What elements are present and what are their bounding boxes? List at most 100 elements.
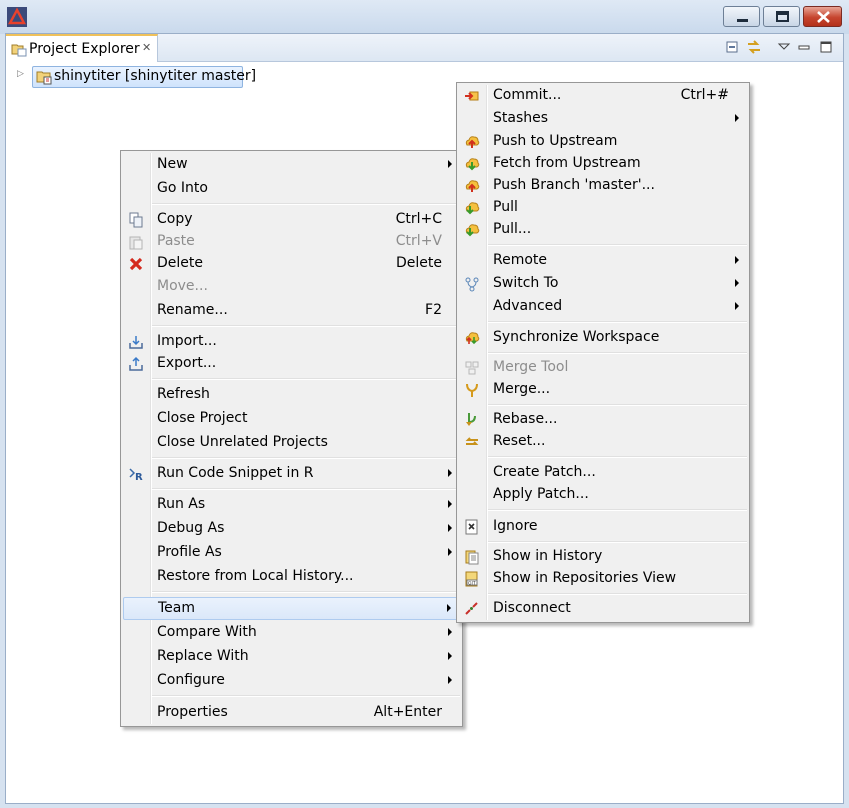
paste-icon [129, 236, 143, 250]
menu-separator [488, 593, 747, 595]
menu-item-pull-dialog[interactable]: Pull... [459, 219, 747, 242]
menu-separator [152, 457, 460, 459]
submenu-arrow-icon [448, 469, 452, 477]
push-icon [465, 136, 480, 148]
menu-separator [488, 244, 747, 246]
minimize-view-icon[interactable] [796, 39, 812, 55]
submenu-arrow-icon [448, 676, 452, 684]
menu-item-copy[interactable]: Copy Ctrl+C [123, 209, 460, 232]
pull-icon [465, 202, 480, 215]
menu-separator [488, 404, 747, 406]
copy-icon [129, 212, 143, 228]
menu-separator [488, 352, 747, 354]
submenu-arrow-icon [448, 524, 452, 532]
menu-item-profile-as[interactable]: Profile As [123, 542, 460, 565]
menu-item-show-in-history[interactable]: Show in History [459, 546, 747, 569]
menu-item-team[interactable]: Team [123, 597, 460, 620]
menu-item-stashes[interactable]: Stashes [459, 108, 747, 131]
menu-item-push-to-upstream[interactable]: Push to Upstream [459, 131, 747, 154]
menu-item-ignore[interactable]: Ignore [459, 516, 747, 539]
svg-text:R: R [135, 472, 143, 482]
menu-item-switch-to[interactable]: Switch To [459, 273, 747, 296]
view-menu-icon[interactable] [776, 39, 792, 55]
menu-separator [152, 488, 460, 490]
menu-item-close-project[interactable]: Close Project [123, 408, 460, 431]
menu-item-show-in-repositories[interactable]: GIT Show in Repositories View [459, 568, 747, 591]
menu-separator [488, 456, 747, 458]
submenu-arrow-icon [735, 279, 739, 287]
submenu-arrow-icon [735, 302, 739, 310]
team-submenu: Commit... Ctrl+# Stashes Push to Upstrea… [456, 82, 750, 623]
menu-item-push-branch[interactable]: Push Branch 'master'... [459, 175, 747, 198]
project-explorer-icon [11, 44, 27, 57]
menu-item-pull[interactable]: Pull [459, 197, 747, 220]
maximize-button[interactable] [763, 6, 800, 27]
menu-item-apply-patch[interactable]: Apply Patch... [459, 484, 747, 507]
menu-item-rename[interactable]: Rename... F2 [123, 300, 460, 323]
import-icon [129, 336, 143, 349]
menu-item-rebase[interactable]: Rebase... [459, 409, 747, 432]
submenu-arrow-icon [735, 114, 739, 122]
menu-item-reset[interactable]: Reset... [459, 431, 747, 454]
menu-item-import[interactable]: Import... [123, 331, 460, 354]
menu-item-move: Move... [157, 278, 208, 294]
menu-item-commit[interactable]: Commit... Ctrl+# [459, 85, 747, 108]
menu-item-debug-as[interactable]: Debug As [123, 518, 460, 541]
menu-item-go-into[interactable]: Go Into [123, 178, 460, 201]
merge-tool-icon [465, 361, 479, 375]
menu-item-run-code-snippet[interactable]: R Run Code Snippet in R [123, 463, 460, 486]
merge-icon [466, 383, 478, 397]
menu-item-create-patch[interactable]: Create Patch... [459, 462, 747, 485]
maximize-icon [776, 11, 789, 22]
menu-item-advanced[interactable]: Advanced [459, 296, 747, 319]
view-tab-bar: Project Explorer ✕ [6, 34, 843, 62]
menu-item-delete[interactable]: Delete Delete [123, 253, 460, 276]
pull-icon [465, 224, 480, 237]
tab-label: Project Explorer [29, 41, 140, 57]
menu-item-run-as[interactable]: Run As [123, 494, 460, 517]
commit-icon [465, 91, 479, 101]
expand-icon[interactable]: ▷ [17, 69, 24, 79]
menu-item-properties[interactable]: Properties Alt+Enter [123, 702, 460, 725]
menu-item-restore-local-history[interactable]: Restore from Local History... [123, 566, 460, 589]
title-bar [0, 0, 849, 34]
menu-item-merge[interactable]: Merge... [459, 379, 747, 402]
menu-item-fetch-from-upstream[interactable]: Fetch from Upstream [459, 153, 747, 176]
minimize-icon [737, 19, 748, 22]
menu-item-compare-with[interactable]: Compare With [123, 622, 460, 645]
menu-item-disconnect[interactable]: Disconnect [459, 598, 747, 621]
tab-project-explorer[interactable]: Project Explorer ✕ [6, 34, 158, 62]
menu-separator [152, 378, 460, 380]
submenu-arrow-icon [448, 500, 452, 508]
push-branch-icon [465, 180, 480, 192]
submenu-arrow-icon [448, 548, 452, 556]
app-logo-icon [7, 7, 27, 27]
menu-item-configure[interactable]: Configure [123, 670, 460, 693]
submenu-arrow-icon [448, 628, 452, 636]
menu-item-close-unrelated-projects[interactable]: Close Unrelated Projects [123, 432, 460, 455]
link-with-editor-icon[interactable] [746, 39, 762, 55]
collapse-all-icon[interactable] [724, 39, 740, 55]
delete-icon [129, 257, 143, 271]
close-button[interactable] [803, 6, 842, 27]
menu-item-synchronize-workspace[interactable]: Synchronize Workspace [459, 327, 747, 350]
menu-item-remote[interactable]: Remote [459, 250, 747, 273]
menu-item-paste: Paste Ctrl+V [123, 231, 460, 254]
minimize-button[interactable] [723, 6, 760, 27]
r-snippet-icon: R [129, 468, 143, 482]
reset-icon [465, 437, 479, 445]
ignore-icon [465, 519, 478, 535]
menu-separator [152, 695, 460, 697]
synchronize-icon [465, 332, 480, 345]
project-tree-item[interactable]: shinytiter [shinytiter master] [32, 66, 256, 88]
submenu-arrow-icon [448, 160, 452, 168]
menu-item-replace-with[interactable]: Replace With [123, 646, 460, 669]
maximize-view-icon[interactable] [818, 39, 834, 55]
menu-item-new[interactable]: New [123, 154, 460, 177]
project-label: shinytiter [shinytiter master] [54, 68, 257, 84]
menu-item-refresh[interactable]: Refresh [123, 384, 460, 407]
menu-item-export[interactable]: Export... [123, 353, 460, 376]
menu-separator [488, 541, 747, 543]
tab-close-icon[interactable]: ✕ [142, 41, 151, 54]
submenu-arrow-icon [735, 256, 739, 264]
